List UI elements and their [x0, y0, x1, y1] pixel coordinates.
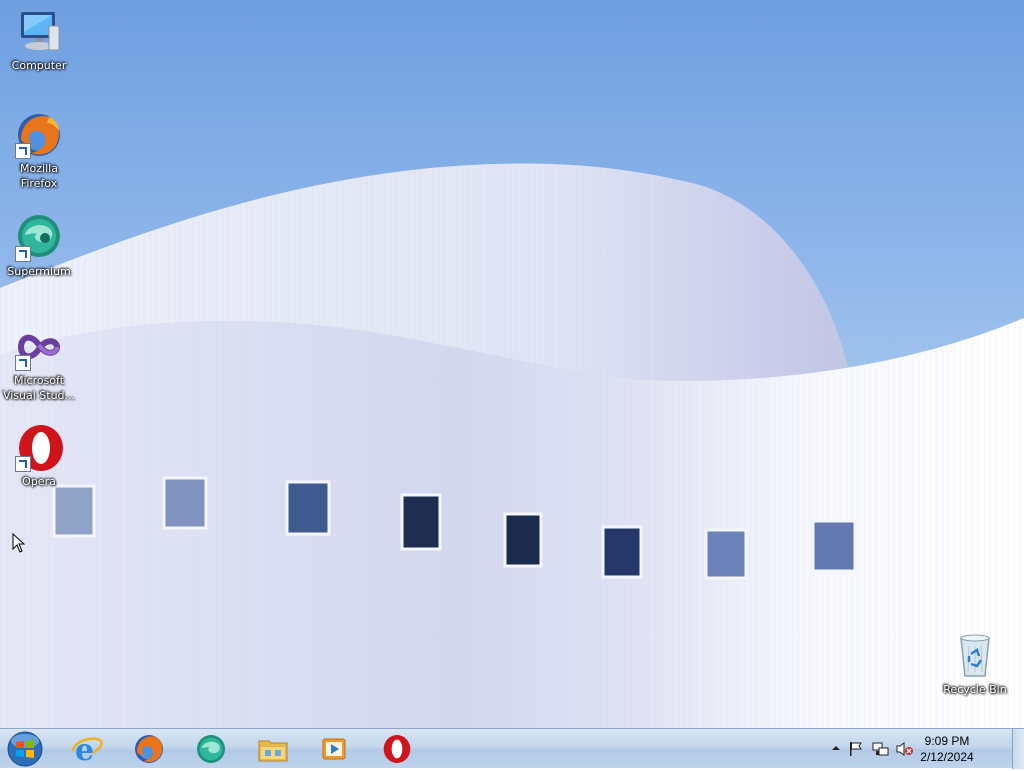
taskbar-app-internet-explorer[interactable]: e [60, 731, 114, 767]
recycle-bin-icon [951, 632, 999, 680]
mouse-cursor-icon [12, 533, 26, 553]
desktop-icon-label: Microsoft Visual Stud... [2, 374, 76, 402]
start-button[interactable] [5, 731, 45, 767]
clock-date: 2/12/2024 [920, 750, 974, 764]
shortcut-arrow-icon [15, 246, 31, 262]
taskbar-clock[interactable]: 9:09 PM 2/12/2024 [912, 733, 982, 765]
internet-explorer-icon: e [71, 733, 103, 765]
desktop-icon-label: Computer [11, 59, 67, 72]
media-player-icon [322, 738, 346, 760]
desktop-icon-opera[interactable]: Opera [1, 424, 77, 489]
firefox-icon [135, 735, 163, 763]
desktop: Computer Mozilla Firefox Supermium Micro… [0, 0, 1024, 728]
firefox-icon [15, 111, 63, 159]
show-hidden-icons-chevron-icon[interactable] [830, 741, 842, 755]
desktop-icon-label: Mozilla Firefox [20, 162, 58, 190]
computer-icon [15, 8, 63, 56]
shortcut-arrow-icon [15, 355, 31, 371]
desktop-icon-visual-studio[interactable]: Microsoft Visual Stud... [1, 323, 77, 403]
desktop-icon-supermium[interactable]: Supermium [1, 214, 77, 279]
taskbar-app-media-player[interactable] [308, 731, 362, 767]
file-explorer-icon [258, 740, 288, 762]
supermium-icon [15, 214, 63, 262]
network-icon[interactable] [872, 741, 890, 757]
show-desktop-button[interactable] [1012, 729, 1024, 769]
desktop-icon-label: Recycle Bin [943, 683, 1007, 696]
windows-logo-icon [7, 731, 43, 767]
taskbar-app-opera[interactable] [370, 731, 424, 767]
taskbar-app-firefox[interactable] [122, 731, 176, 767]
desktop-icon-label: Opera [22, 475, 56, 488]
taskbar-app-file-explorer[interactable] [246, 731, 300, 767]
shortcut-arrow-icon [15, 143, 31, 159]
shortcut-arrow-icon [15, 456, 31, 472]
system-tray: 9:09 PM 2/12/2024 [830, 729, 1010, 769]
desktop-icon-recycle-bin[interactable]: Recycle Bin [937, 632, 1013, 697]
taskbar-app-supermium[interactable] [184, 731, 238, 767]
action-center-flag-icon[interactable] [848, 741, 864, 757]
desktop-icon-firefox[interactable]: Mozilla Firefox [1, 111, 77, 191]
supermium-icon [197, 735, 225, 763]
taskbar: e 9:09 PM 2/12/2024 [0, 728, 1024, 769]
desktop-icon-computer[interactable]: Computer [1, 8, 77, 73]
visual-studio-icon [15, 323, 63, 371]
clock-time: 9:09 PM [924, 734, 970, 748]
wallpaper [0, 163, 1024, 728]
opera-icon [15, 424, 63, 472]
desktop-icon-label: Supermium [7, 265, 71, 278]
opera-icon [383, 735, 411, 763]
